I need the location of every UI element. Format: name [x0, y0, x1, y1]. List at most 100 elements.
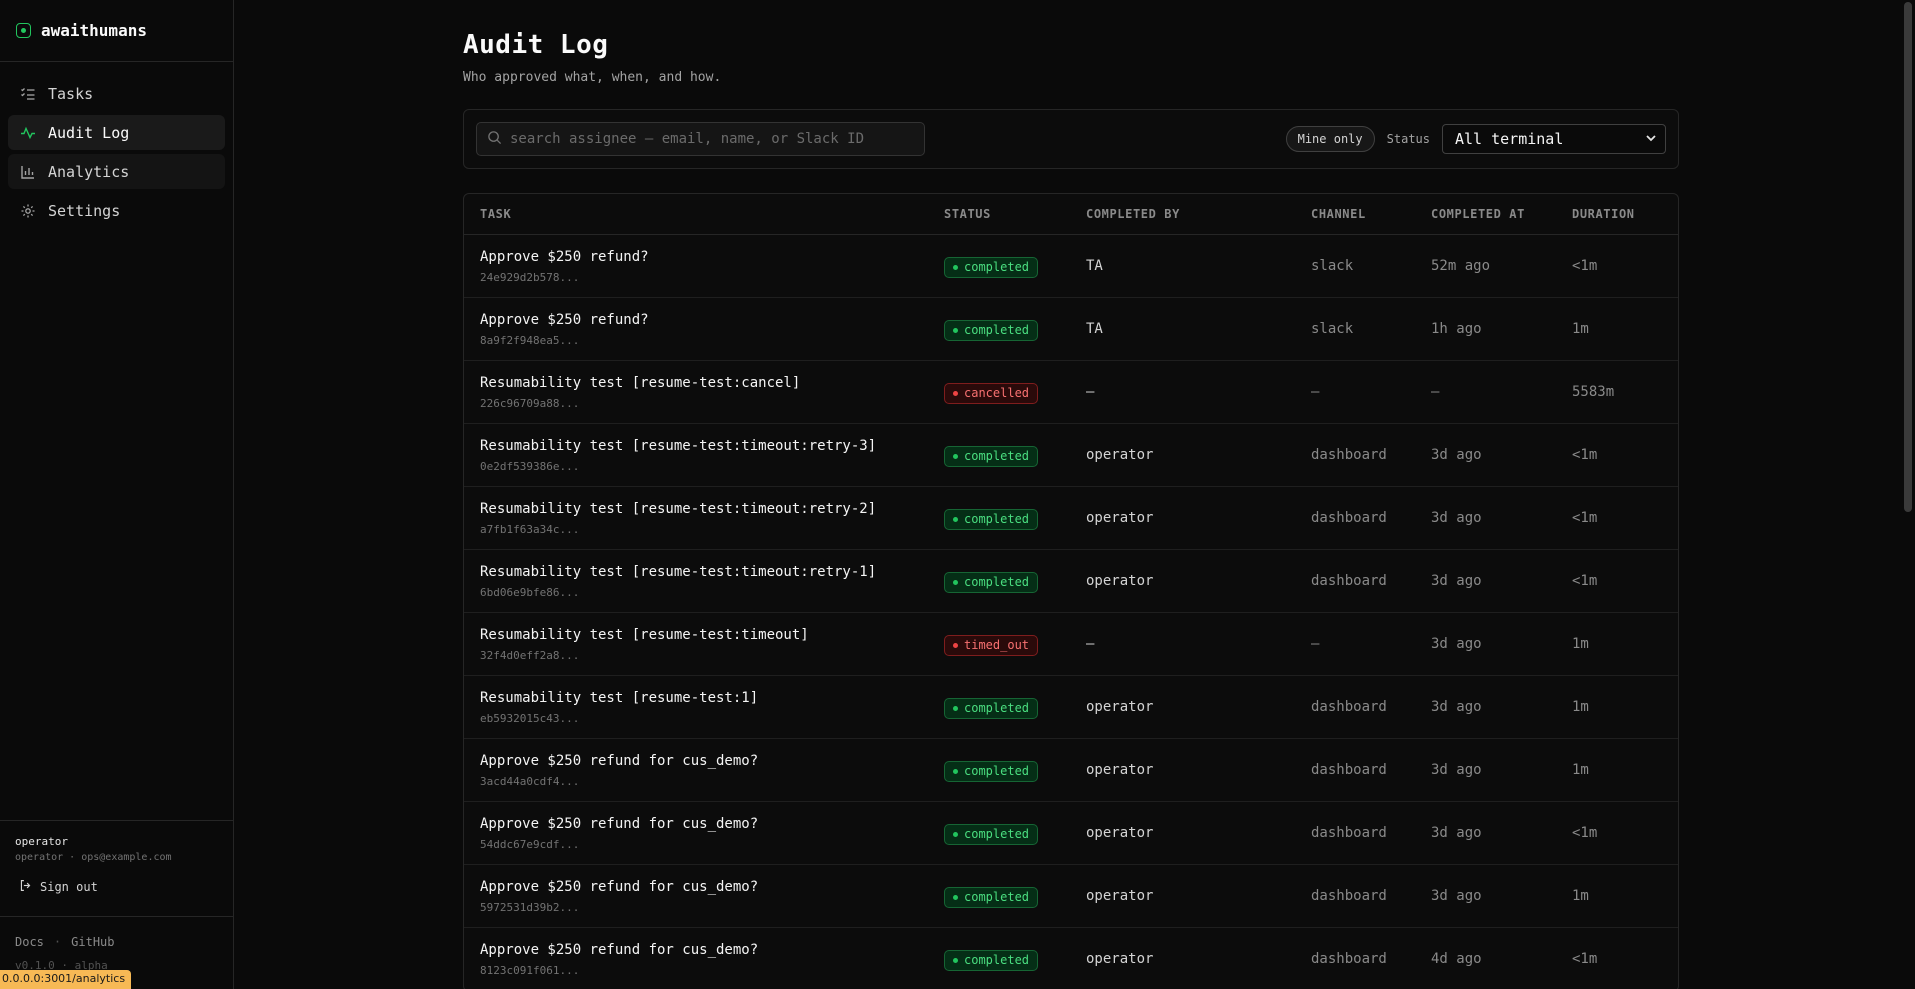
status-badge: completed — [944, 256, 1039, 278]
page-scrollbar[interactable] — [1901, 0, 1915, 989]
status-badge: completed — [944, 445, 1039, 467]
task-title[interactable]: Resumability test [resume-test:timeout:r… — [480, 564, 944, 580]
status-dot-icon — [953, 894, 958, 900]
status-badge: completed — [944, 886, 1039, 908]
page-subtitle: Who approved what, when, and how. — [463, 70, 722, 85]
task-title[interactable]: Resumability test [resume-test:timeout] — [480, 627, 944, 643]
task-title[interactable]: Resumability test [resume-test:timeout:r… — [480, 501, 944, 517]
table-row[interactable]: Approve $250 refund for cus_demo? 54ddc67… — [464, 802, 1678, 865]
completed-by-cell: operator — [1086, 888, 1154, 904]
table-row[interactable]: Approve $250 refund? 8a9f2f948ea5... compl… — [464, 298, 1678, 361]
status-cell: completed — [944, 255, 1086, 278]
table-row[interactable]: Resumability test [resume-test:timeout] 3… — [464, 613, 1678, 676]
header-duration[interactable]: DURATION — [1572, 207, 1672, 221]
task-id: 54ddc67e9cdf... — [480, 837, 580, 851]
sidebar-item-tasks[interactable]: Tasks — [8, 76, 225, 111]
completed-by-cell: operator — [1086, 447, 1154, 463]
status-dot-icon — [953, 327, 958, 333]
status-dot-icon — [953, 516, 958, 522]
status-badge-label: completed — [964, 701, 1030, 715]
table-row[interactable]: Resumability test [resume-test:timeout:r… — [464, 487, 1678, 550]
status-url-tooltip: 0.0.0.0:3001/analytics — [0, 970, 132, 989]
task-title[interactable]: Resumability test [resume-test:cancel] — [480, 375, 944, 391]
status-badge-label: completed — [964, 260, 1030, 274]
sign-out-icon — [19, 879, 32, 895]
status-badge-label: completed — [964, 323, 1030, 337]
status-dot-icon — [953, 453, 958, 459]
completed-at-cell: 3d ago — [1431, 762, 1482, 778]
status-cell: completed — [944, 444, 1086, 467]
completed-at-cell: 3d ago — [1431, 636, 1482, 652]
duration-cell: 1m — [1572, 321, 1589, 337]
task-id: 32f4d0eff2a8... — [480, 648, 580, 662]
duration-cell: 1m — [1572, 762, 1589, 778]
search-box[interactable] — [476, 122, 925, 156]
status-badge: cancelled — [944, 382, 1039, 404]
channel-cell: dashboard — [1311, 510, 1387, 526]
github-link[interactable]: GitHub — [71, 935, 114, 949]
header-status[interactable]: STATUS — [944, 207, 1086, 221]
duration-cell: 1m — [1572, 699, 1589, 715]
status-badge-label: completed — [964, 575, 1030, 589]
task-cell: Resumability test [resume-test:timeout] 3… — [464, 627, 944, 662]
status-filter-label: Status — [1386, 132, 1430, 146]
task-cell: Resumability test [resume-test:timeout:r… — [464, 501, 944, 536]
duration-cell: <1m — [1572, 258, 1598, 274]
channel-cell: dashboard — [1311, 825, 1387, 841]
table-row[interactable]: Resumability test [resume-test:1] eb59320… — [464, 676, 1678, 739]
channel-cell: — — [1311, 636, 1320, 652]
header-task[interactable]: TASK — [464, 207, 944, 221]
status-badge-label: completed — [964, 953, 1030, 967]
completed-by-cell: operator — [1086, 510, 1154, 526]
completed-by-cell: operator — [1086, 825, 1154, 841]
header-completed-by[interactable]: COMPLETED BY — [1086, 207, 1311, 221]
status-dot-icon — [953, 957, 958, 963]
table-row[interactable]: Approve $250 refund for cus_demo? 8123c09… — [464, 928, 1678, 989]
task-title[interactable]: Approve $250 refund for cus_demo? — [480, 942, 944, 958]
table-row[interactable]: Approve $250 refund? 24e929d2b578... compl… — [464, 235, 1678, 298]
logo-icon — [16, 23, 31, 38]
table-row[interactable]: Resumability test [resume-test:cancel] 22… — [464, 361, 1678, 424]
docs-link[interactable]: Docs — [15, 935, 44, 949]
status-select[interactable]: All terminal — [1442, 124, 1666, 154]
task-title[interactable]: Approve $250 refund for cus_demo? — [480, 816, 944, 832]
task-cell: Resumability test [resume-test:timeout:r… — [464, 564, 944, 599]
brand-name: awaithumans — [41, 21, 147, 40]
task-title[interactable]: Approve $250 refund for cus_demo? — [480, 753, 944, 769]
task-cell: Approve $250 refund for cus_demo? 3acd44a… — [464, 753, 944, 788]
scrollbar-thumb[interactable] — [1904, 2, 1912, 512]
status-badge: completed — [944, 571, 1039, 593]
task-title[interactable]: Resumability test [resume-test:timeout:r… — [480, 438, 944, 454]
audit-table: TASK STATUS COMPLETED BY CHANNEL COMPLET… — [463, 193, 1679, 989]
task-title[interactable]: Resumability test [resume-test:1] — [480, 690, 944, 706]
header-channel[interactable]: CHANNEL — [1311, 207, 1431, 221]
status-dot-icon — [953, 579, 958, 585]
task-title[interactable]: Approve $250 refund? — [480, 249, 944, 265]
sidebar-item-analytics[interactable]: Analytics — [8, 154, 225, 189]
status-cell: cancelled — [944, 381, 1086, 404]
duration-cell: <1m — [1572, 447, 1598, 463]
channel-cell: dashboard — [1311, 699, 1387, 715]
sign-out-button[interactable]: Sign out — [15, 879, 218, 895]
table-row[interactable]: Resumability test [resume-test:timeout:r… — [464, 424, 1678, 487]
table-row[interactable]: Resumability test [resume-test:timeout:r… — [464, 550, 1678, 613]
search-icon — [487, 130, 502, 149]
duration-cell: 1m — [1572, 636, 1589, 652]
channel-cell: dashboard — [1311, 762, 1387, 778]
task-title[interactable]: Approve $250 refund for cus_demo? — [480, 879, 944, 895]
sidebar-item-audit-log[interactable]: Audit Log — [8, 115, 225, 150]
task-title[interactable]: Approve $250 refund? — [480, 312, 944, 328]
task-id: a7fb1f63a34c... — [480, 522, 580, 536]
brand[interactable]: awaithumans — [0, 0, 233, 62]
table-row[interactable]: Approve $250 refund for cus_demo? 3acd44a… — [464, 739, 1678, 802]
completed-by-cell: TA — [1086, 258, 1103, 274]
duration-cell: <1m — [1572, 951, 1598, 967]
sidebar-item-settings[interactable]: Settings — [8, 193, 225, 228]
search-input[interactable] — [510, 131, 914, 147]
mine-only-toggle[interactable]: Mine only — [1285, 126, 1375, 152]
completed-at-cell: — — [1431, 384, 1440, 400]
table-row[interactable]: Approve $250 refund for cus_demo? 5972531… — [464, 865, 1678, 928]
table-body: Approve $250 refund? 24e929d2b578... compl… — [464, 235, 1678, 989]
completed-at-cell: 3d ago — [1431, 510, 1482, 526]
header-completed-at[interactable]: COMPLETED AT — [1431, 207, 1572, 221]
